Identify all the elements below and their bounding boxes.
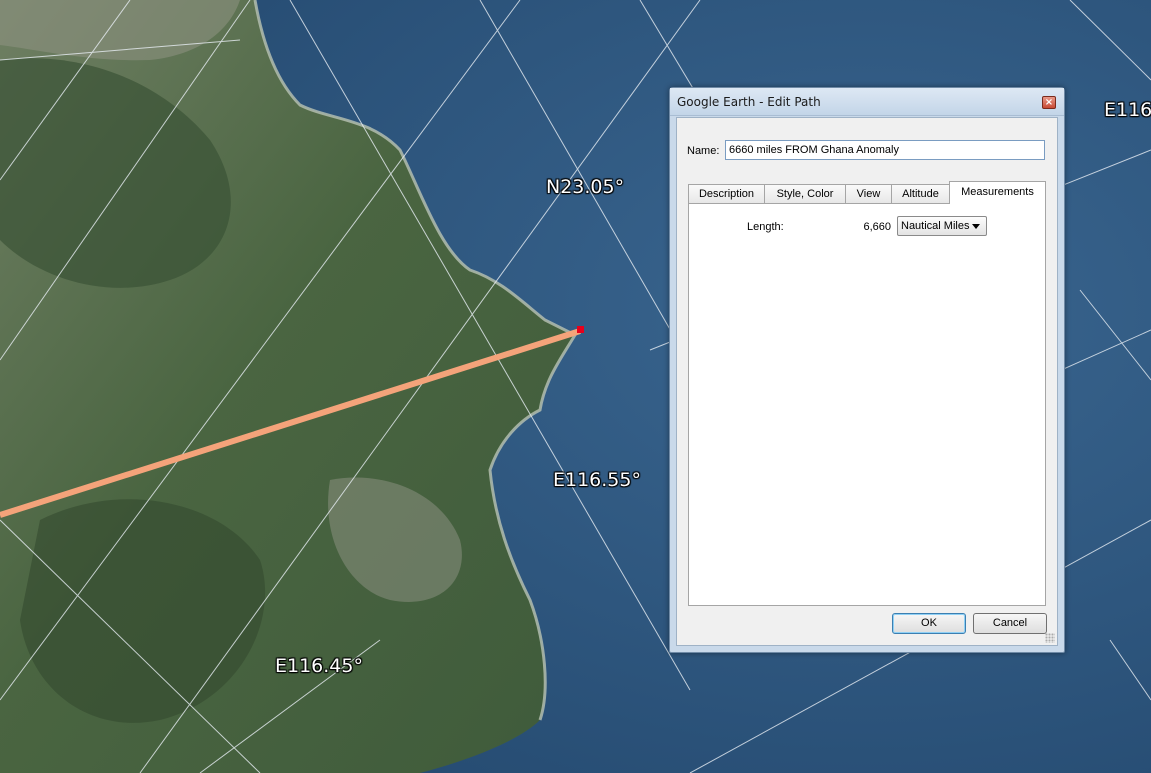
length-unit-dropdown[interactable]: Nautical Miles xyxy=(897,216,987,236)
dialog-body: Name: Description Style, Color View Alti… xyxy=(676,117,1058,646)
dropdown-arrow-icon xyxy=(972,224,980,229)
longitude-label-edge: E116 xyxy=(1104,99,1151,121)
close-button[interactable]: × xyxy=(1042,96,1056,109)
tab-description[interactable]: Description xyxy=(688,184,765,204)
longitude-label-e116-45: E116.45° xyxy=(275,655,363,677)
length-unit-value: Nautical Miles xyxy=(901,220,970,232)
name-label: Name: xyxy=(687,145,720,157)
length-value: 6,660 xyxy=(863,221,891,233)
dialog-titlebar[interactable]: Google Earth - Edit Path × xyxy=(670,88,1064,116)
measurements-panel: Length: 6,660 Nautical Miles xyxy=(688,203,1046,606)
tab-measurements[interactable]: Measurements xyxy=(949,181,1046,204)
ok-button[interactable]: OK xyxy=(892,613,966,634)
longitude-label-e116-55: E116.55° xyxy=(553,469,641,491)
name-input[interactable] xyxy=(725,140,1045,160)
tab-altitude[interactable]: Altitude xyxy=(891,184,950,204)
tab-style-color[interactable]: Style, Color xyxy=(764,184,846,204)
resize-grip-icon[interactable] xyxy=(1045,633,1055,643)
tab-strip: Description Style, Color View Altitude M… xyxy=(688,181,1046,204)
length-label: Length: xyxy=(747,221,784,233)
close-icon: × xyxy=(1044,97,1054,108)
latitude-label-n23: N23.05° xyxy=(546,176,625,198)
cancel-button[interactable]: Cancel xyxy=(973,613,1047,634)
tab-view[interactable]: View xyxy=(845,184,892,204)
dialog-title: Google Earth - Edit Path xyxy=(677,95,821,109)
edit-path-dialog: Google Earth - Edit Path × Name: Descrip… xyxy=(669,87,1065,653)
path-endpoint-marker[interactable] xyxy=(577,326,584,333)
